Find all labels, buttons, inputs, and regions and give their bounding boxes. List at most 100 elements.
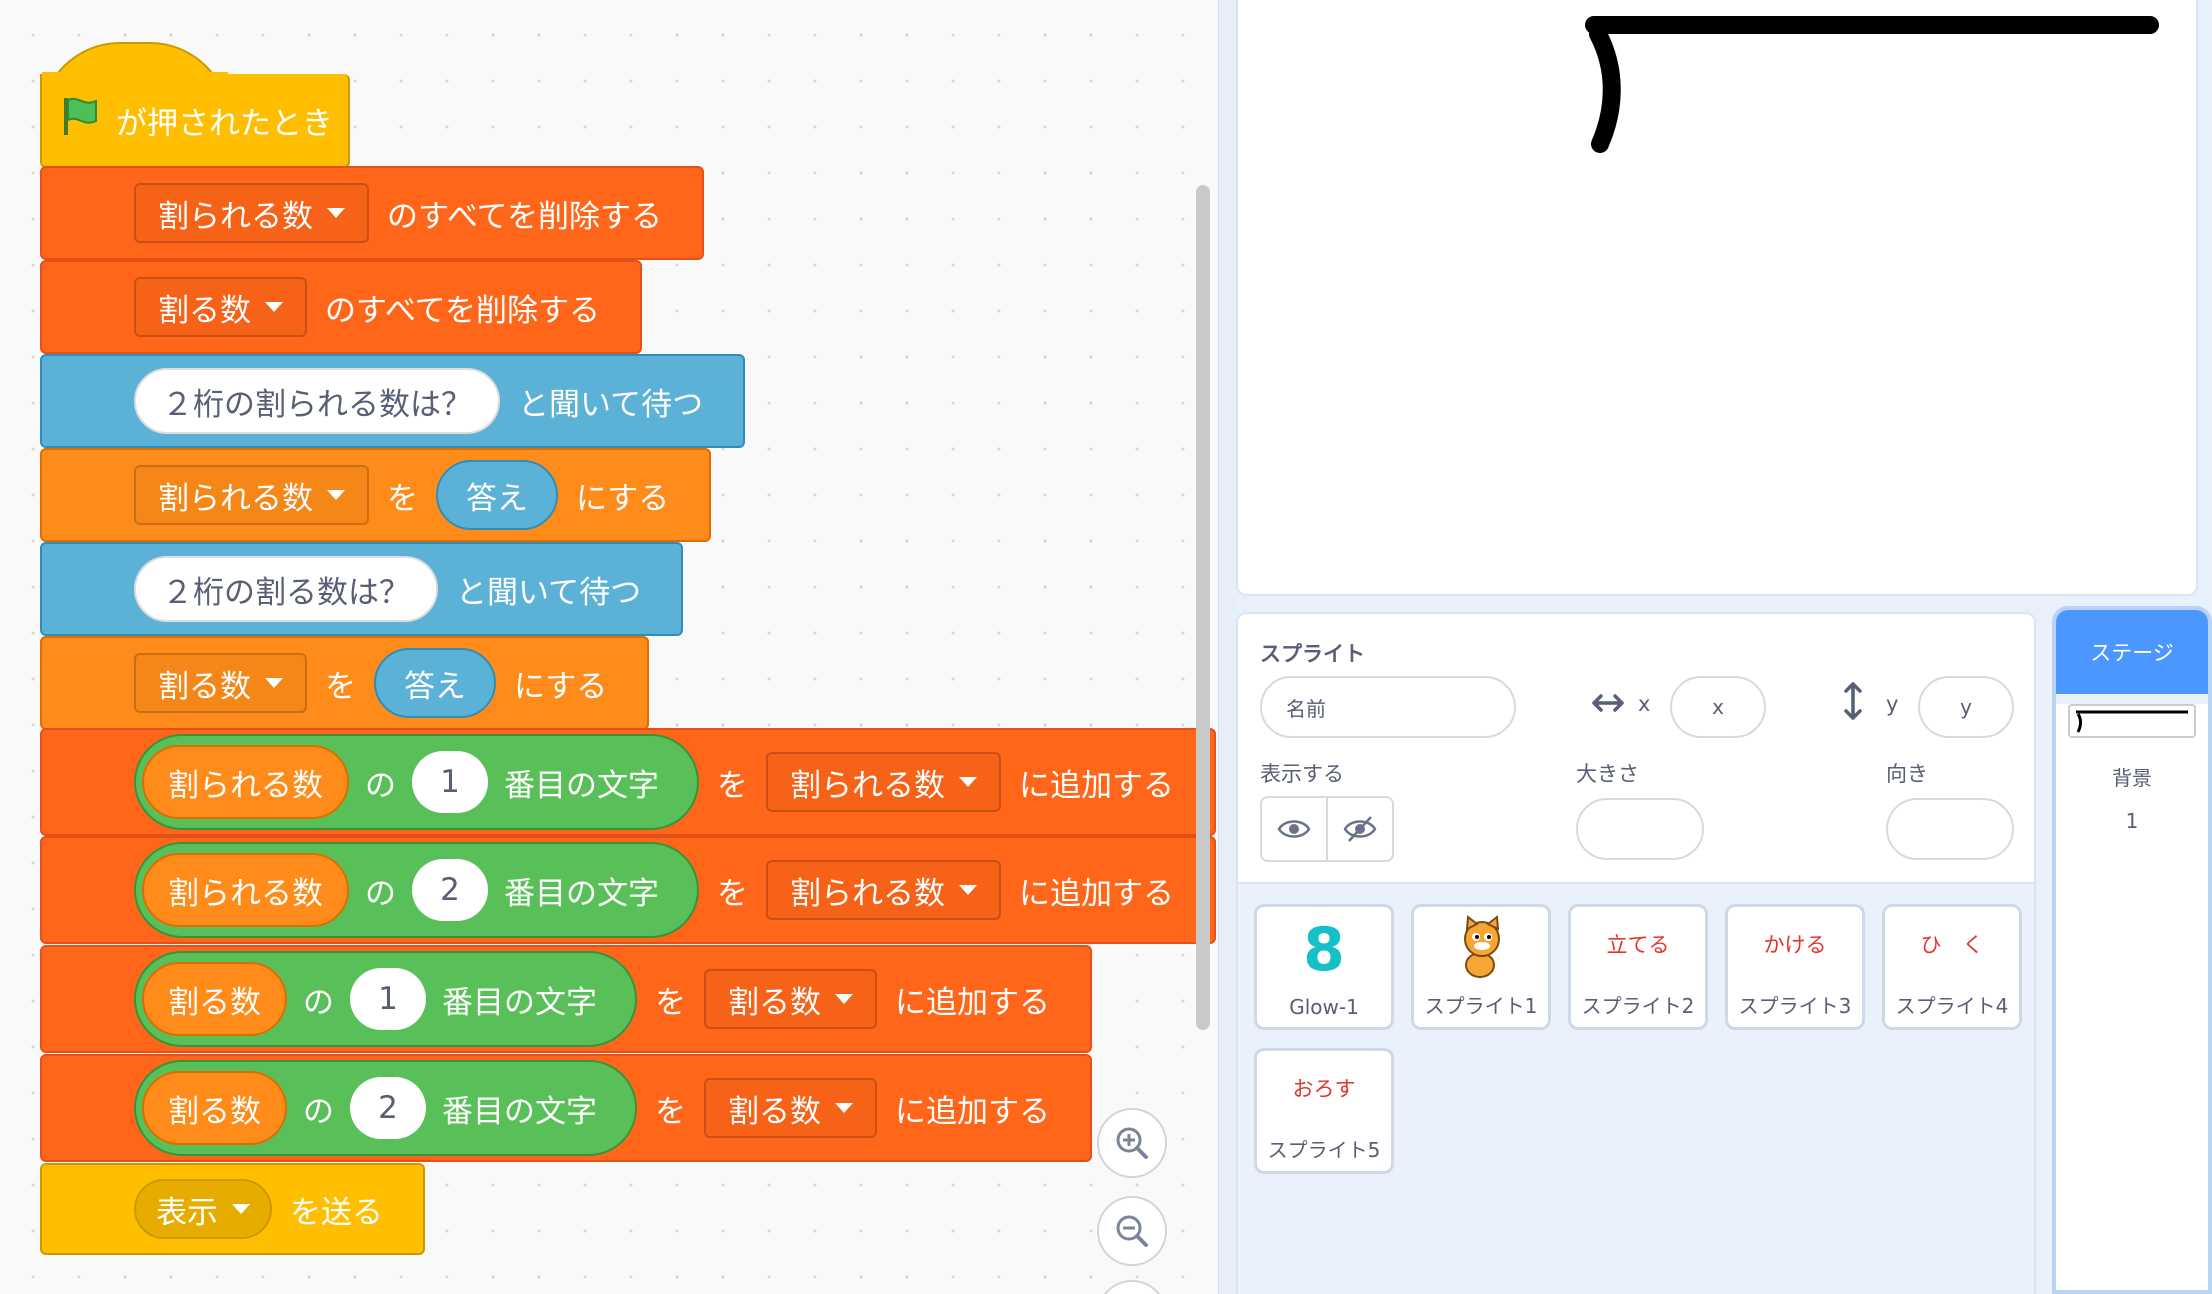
add-to-list-block[interactable]: 割られる数 の 1 番目の文字 を 割られる数 に追加する [40,728,1216,836]
x-field[interactable]: x [1670,676,1766,738]
variable-reporter[interactable]: 割る数 [142,962,287,1036]
code-scrollbar[interactable] [1196,185,1210,1030]
sprite-tile[interactable]: 8 Glow-1 [1254,904,1394,1030]
stage-drawing [1585,16,2159,153]
delete-all-of-list-block[interactable]: 割る数 のすべてを削除する [40,260,642,354]
ask-and-wait-block[interactable]: ２桁の割る数は？ と聞いて待つ [40,542,684,636]
when-flag-clicked-block[interactable]: が押されたとき [40,42,350,182]
stage-canvas[interactable] [1236,0,2198,596]
sprite-name: スプライト5 [1267,1138,1381,1162]
variable-reporter[interactable]: 割る数 [142,1071,287,1145]
letter-of-reporter[interactable]: 割られる数 の 2 番目の文字 [134,842,699,938]
list-dropdown[interactable]: 割る数 [134,277,307,337]
variable-reporter[interactable]: 割られる数 [142,853,349,927]
index-input[interactable]: 2 [412,859,488,921]
caret-down-icon [265,678,283,688]
question-input[interactable]: ２桁の割られる数は？ [134,368,500,434]
broadcast-block[interactable]: 表示 を送る [40,1163,425,1255]
ask-and-wait-block[interactable]: ２桁の割られる数は？ と聞いて待つ [40,354,746,448]
set-variable-block[interactable]: 割られる数 を 答え にする [40,448,712,542]
caret-down-icon [265,302,283,312]
delete-all-of-list-block[interactable]: 割られる数 のすべてを削除する [40,166,704,260]
sprite-tile[interactable]: 立てる スプライト2 [1568,904,1708,1030]
letter-of-reporter[interactable]: 割る数 の 2 番目の文字 [134,1060,637,1156]
block-text: を [325,668,356,705]
question-input[interactable]: ２桁の割る数は？ [134,556,438,622]
block-text: のすべてを削除する [325,292,600,329]
block-text: のすべてを削除する [387,198,662,235]
sprite-tile[interactable]: かける スプライト3 [1725,904,1865,1030]
list-dropdown[interactable]: 割る数 [704,1078,877,1138]
zoom-in-icon [1116,1127,1148,1159]
show-sprite-button[interactable] [1260,796,1328,862]
backdrop-count: 1 [2125,809,2139,833]
hide-sprite-button[interactable] [1326,796,1394,862]
x-placeholder: x [1712,695,1724,719]
answer-reporter[interactable]: 答え [436,460,558,530]
sprite-tile[interactable]: ひ く スプライト4 [1882,904,2022,1030]
list-dropdown[interactable]: 割られる数 [134,183,369,243]
block-text: と聞いて待つ [518,386,704,423]
block-text: の [303,984,334,1021]
y-placeholder: y [1960,695,1972,719]
index-input[interactable]: 2 [350,1077,426,1139]
sprite-tile[interactable]: おろす スプライト5 [1254,1048,1394,1174]
variable-reporter[interactable]: 割られる数 [142,745,349,819]
horizontal-arrows-icon [1590,688,1626,722]
sprite-info-pane: スプライト 名前 x x y y 表示する 大きさ 向き [1236,612,2036,884]
sprite-label: スプライト [1260,642,1365,666]
block-text: に追加する [895,1093,1050,1130]
answer-reporter[interactable]: 答え [374,648,496,718]
direction-field[interactable] [1886,798,2014,860]
list-dropdown[interactable]: 割られる数 [766,752,1001,812]
sprite-name: スプライト2 [1581,994,1695,1018]
letter-of-reporter[interactable]: 割る数 の 1 番目の文字 [134,951,637,1047]
add-to-list-block[interactable]: 割る数 の 1 番目の文字 を 割る数 に追加する [40,945,1092,1053]
message-dropdown[interactable]: 表示 [134,1179,272,1239]
list-dropdown[interactable]: 割られる数 [766,860,1001,920]
backdrop-label: 背景 [2112,766,2152,790]
letter-of-reporter[interactable]: 割られる数 の 1 番目の文字 [134,734,699,830]
sprite-name-field[interactable]: 名前 [1260,676,1516,738]
block-text: を [655,984,686,1021]
sprite-name: スプライト4 [1895,994,2009,1018]
x-label: x [1638,692,1651,716]
add-to-list-block[interactable]: 割る数 の 2 番目の文字 を 割る数 に追加する [40,1054,1092,1162]
add-to-list-block[interactable]: 割られる数 の 2 番目の文字 を 割られる数 に追加する [40,836,1216,944]
index-input[interactable]: 1 [350,968,426,1030]
block-text: の [365,875,396,912]
list-dropdown[interactable]: 割る数 [704,969,877,1029]
zoom-reset-button[interactable] [1097,1280,1167,1294]
variable-dropdown[interactable]: 割る数 [134,653,307,713]
backdrop-thumbnail[interactable] [2068,704,2196,738]
y-field[interactable]: y [1918,676,2014,738]
variable-dropdown[interactable]: 割られる数 [134,465,369,525]
set-variable-block[interactable]: 割る数 を 答え にする [40,636,650,730]
zoom-out-button[interactable] [1097,1196,1167,1266]
eye-slash-icon [1343,816,1377,842]
size-field[interactable] [1576,798,1704,860]
direction-label: 向き [1886,762,1928,786]
block-text: と聞いて待つ [456,574,642,611]
zoom-out-icon [1116,1215,1148,1247]
block-text: にする [576,480,670,517]
block-text: の [365,767,396,804]
caret-down-icon [327,208,345,218]
hat-label: が押されたとき [116,105,333,142]
code-area[interactable]: が押されたとき 割られる数 のすべてを削除する 割る数 のすべてを削除する ２桁… [0,0,1218,1294]
sprite-name-placeholder: 名前 [1286,696,1326,721]
index-input[interactable]: 1 [412,751,488,813]
block-text: に追加する [1019,767,1174,804]
block-text: を [655,1093,686,1130]
block-text: 番目の文字 [504,767,659,804]
size-label: 大きさ [1576,762,1639,786]
sprite-tile[interactable]: スプライト1 [1411,904,1551,1030]
y-label: y [1886,692,1899,716]
pane-divider [1218,0,1236,1294]
block-text: を送る [290,1194,383,1231]
zoom-in-button[interactable] [1097,1108,1167,1178]
stage-pane-title: ステージ [2056,610,2208,694]
vertical-arrows-icon [1838,680,1868,726]
stage-target-pane[interactable]: ステージ 背景 1 [2052,606,2212,1294]
block-text: を [717,767,748,804]
